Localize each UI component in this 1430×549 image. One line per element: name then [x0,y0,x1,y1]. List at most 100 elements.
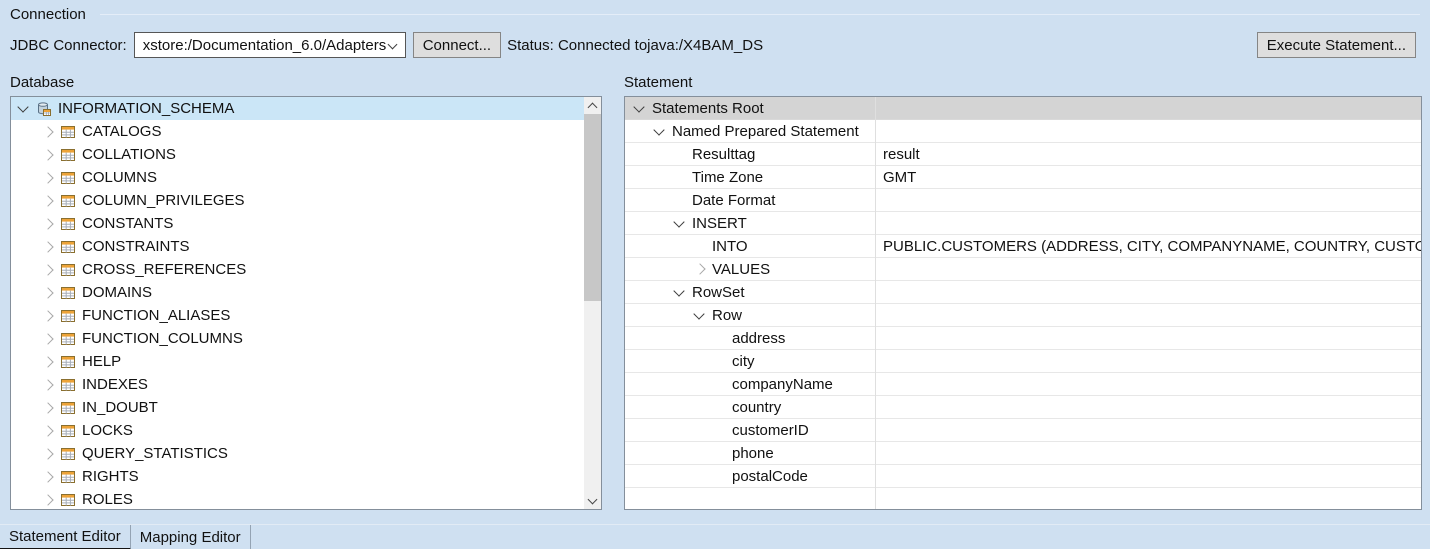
database-panel-label: Database [10,74,74,91]
chevron-collapsed-icon[interactable] [42,172,53,183]
statement-row-label: INTO [712,238,748,255]
statement-row-value-cell[interactable]: GMT [876,169,1421,186]
tree-item-table[interactable]: DOMAINS [11,281,584,304]
tree-item-table[interactable]: COLUMN_PRIVILEGES [11,189,584,212]
tree-item-table[interactable]: QUERY_STATISTICS [11,442,584,465]
tree-item-label: ROLES [82,491,133,508]
chevron-icon[interactable] [694,263,705,274]
statement-row-name-cell: VALUES [625,261,876,278]
chevron-slot [43,358,60,366]
chevron-collapsed-icon[interactable] [42,448,53,459]
tree-item-label: FUNCTION_COLUMNS [82,330,243,347]
chevron-collapsed-icon[interactable] [42,310,53,321]
chevron-collapsed-icon[interactable] [42,126,53,137]
tree-item-table[interactable]: FUNCTION_ALIASES [11,304,584,327]
statement-row[interactable]: postalCode [625,465,1421,488]
chevron-icon[interactable] [693,308,704,319]
statement-row[interactable]: INSERT [625,212,1421,235]
execute-statement-button[interactable]: Execute Statement... [1257,32,1416,58]
tree-item-label: QUERY_STATISTICS [82,445,228,462]
tree-item-table[interactable]: RIGHTS [11,465,584,488]
statement-row-name-cell: RowSet [625,284,876,301]
chevron-slot [43,128,60,136]
chevron-collapsed-icon[interactable] [42,379,53,390]
statement-row[interactable]: Row [625,304,1421,327]
chevron-expanded-icon[interactable] [17,101,28,112]
chevron-slot [43,220,60,228]
chevron-icon[interactable] [633,101,644,112]
tree-item-label: INDEXES [82,376,148,393]
chevron-collapsed-icon[interactable] [42,494,53,505]
tree-item-table[interactable]: ROLES [11,488,584,509]
chevron-slot [43,243,60,251]
chevron-collapsed-icon[interactable] [42,471,53,482]
tree-item-information-schema[interactable]: INFORMATION_SCHEMA [11,97,584,120]
statement-row[interactable]: address [625,327,1421,350]
column-divider[interactable] [875,97,876,509]
chevron-icon[interactable] [653,124,664,135]
tree-item-table[interactable]: CATALOGS [11,120,584,143]
chevron-collapsed-icon[interactable] [42,402,53,413]
scroll-up-button[interactable] [584,97,601,114]
statement-row[interactable]: Statements Root [625,97,1421,120]
statement-row[interactable]: RowSet [625,281,1421,304]
statement-row-value-cell[interactable]: PUBLIC.CUSTOMERS (ADDRESS, CITY, COMPANY… [876,238,1421,255]
connection-row: JDBC Connector: xstore:/Documentation_6.… [10,32,1416,58]
chevron-slot [43,174,60,182]
chevron-collapsed-icon[interactable] [42,241,53,252]
statement-row[interactable]: Date Format [625,189,1421,212]
chevron-collapsed-icon[interactable] [42,195,53,206]
chevron-up-icon [588,102,598,112]
chevron-collapsed-icon[interactable] [42,425,53,436]
jdbc-connector-dropdown[interactable]: xstore:/Documentation_6.0/Adapters [134,32,406,58]
editor-tab[interactable]: Mapping Editor [131,525,251,549]
scrollbar-thumb[interactable] [584,114,601,301]
statement-row[interactable]: phone [625,442,1421,465]
connect-button[interactable]: Connect... [413,32,501,58]
chevron-collapsed-icon[interactable] [42,287,53,298]
tree-item-table[interactable]: COLUMNS [11,166,584,189]
connection-status-text: Status: Connected tojava:/X4BAM_DS [507,37,763,54]
statement-row-name-cell: Date Format [625,192,876,209]
tree-item-table[interactable]: CROSS_REFERENCES [11,258,584,281]
statement-row-label: Named Prepared Statement [672,123,859,140]
statement-row[interactable]: Resulttag result [625,143,1421,166]
chevron-slot [715,403,732,411]
editor-tab[interactable]: Statement Editor [0,525,131,549]
chevron-collapsed-icon[interactable] [42,333,53,344]
chevron-collapsed-icon[interactable] [42,356,53,367]
statement-row[interactable]: INTO PUBLIC.CUSTOMERS (ADDRESS, CITY, CO… [625,235,1421,258]
tree-item-table[interactable]: CONSTRAINTS [11,235,584,258]
vertical-scrollbar[interactable] [584,97,601,509]
tree-item-table[interactable]: CONSTANTS [11,212,584,235]
statement-row[interactable]: companyName [625,373,1421,396]
tree-item-table[interactable]: LOCKS [11,419,584,442]
statement-row[interactable]: customerID [625,419,1421,442]
chevron-collapsed-icon[interactable] [42,264,53,275]
tree-item-label: IN_DOUBT [82,399,158,416]
statement-row[interactable]: Time Zone GMT [625,166,1421,189]
statement-row[interactable]: Named Prepared Statement [625,120,1421,143]
chevron-icon[interactable] [673,216,684,227]
tree-item-table[interactable]: IN_DOUBT [11,396,584,419]
chevron-icon[interactable] [673,285,684,296]
tree-item-table[interactable]: FUNCTION_COLUMNS [11,327,584,350]
statement-row-value-cell[interactable]: result [876,146,1421,163]
chevron-slot [675,290,692,295]
tree-item-table[interactable]: COLLATIONS [11,143,584,166]
statement-row[interactable]: country [625,396,1421,419]
chevron-collapsed-icon[interactable] [42,149,53,160]
statement-row-name-cell: address [625,330,876,347]
chevron-slot [635,495,652,503]
statement-row-name-cell: INSERT [625,215,876,232]
tree-item-table[interactable]: INDEXES [11,373,584,396]
statement-row[interactable] [625,488,1421,509]
statement-row-label: VALUES [712,261,770,278]
scroll-down-button[interactable] [584,492,601,509]
tree-item-table[interactable]: HELP [11,350,584,373]
statement-row[interactable]: city [625,350,1421,373]
tab-label: Statement Editor [9,528,121,545]
chevron-slot [675,196,692,204]
chevron-collapsed-icon[interactable] [42,218,53,229]
statement-row[interactable]: VALUES [625,258,1421,281]
